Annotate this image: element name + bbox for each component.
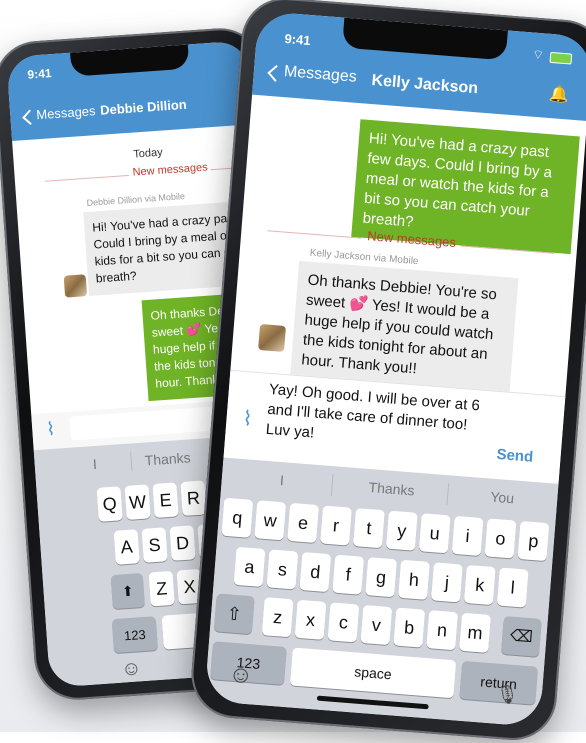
back-nav-back-label: Messages xyxy=(35,103,96,123)
front-key-c[interactable]: c xyxy=(327,602,360,643)
front-key-x[interactable]: x xyxy=(294,599,327,640)
front-sugsep-2 xyxy=(446,483,450,506)
front-key-k[interactable]: k xyxy=(463,564,496,606)
back-sugsep xyxy=(130,451,133,472)
front-compose-text: Yay! Oh good. I will be over at 6 and I'… xyxy=(265,380,481,442)
front-space-key[interactable]: space xyxy=(289,647,457,699)
front-phone: 9:41 ⌔ Messages Kelly Jackson 🔔 Hi! You'… xyxy=(188,0,586,743)
front-key-t[interactable]: t xyxy=(352,508,385,549)
front-shift-key[interactable]: ⇧ xyxy=(213,593,255,635)
back-suggestion-2[interactable]: Thanks xyxy=(144,448,205,468)
back-key-a[interactable]: A xyxy=(113,529,140,565)
front-key-o[interactable]: o xyxy=(484,518,517,559)
front-phone-screen: 9:41 ⌔ Messages Kelly Jackson 🔔 Hi! You'… xyxy=(204,10,586,728)
front-delete-key[interactable]: ⌫ xyxy=(500,615,542,657)
front-notch xyxy=(342,17,508,61)
front-key-u[interactable]: u xyxy=(418,513,451,554)
back-key-s[interactable]: S xyxy=(141,527,168,563)
front-suggestion-1[interactable]: I xyxy=(241,469,322,491)
paperclip-icon[interactable]: ⌇ xyxy=(46,419,56,441)
front-incoming-bubble: Oh thanks Debbie! You're so sweet 💕 Yes!… xyxy=(289,260,519,396)
front-nav-back-label: Messages xyxy=(283,63,358,86)
back-divider-left xyxy=(44,174,129,182)
bell-icon[interactable]: 🔔 xyxy=(548,84,569,106)
front-key-h[interactable]: h xyxy=(398,559,430,600)
front-avatar xyxy=(258,323,287,352)
front-suggestion-3[interactable]: You xyxy=(457,486,548,509)
back-suggestion-1[interactable]: I xyxy=(74,455,115,474)
back-key-d[interactable]: D xyxy=(169,525,196,561)
front-key-a[interactable]: a xyxy=(233,546,266,587)
back-navbar: 9:41 Messages Debbie Dillion xyxy=(6,40,254,142)
front-navbar: 9:41 ⌔ Messages Kelly Jackson 🔔 xyxy=(252,10,586,121)
send-button[interactable]: Send xyxy=(496,446,534,466)
shift-icon: ⬆ xyxy=(121,582,135,599)
back-nav-back-button[interactable]: Messages xyxy=(20,103,101,129)
back-status-time: 9:41 xyxy=(27,66,52,82)
back-key-e[interactable]: E xyxy=(152,482,179,518)
front-key-e[interactable]: e xyxy=(287,502,320,544)
back-key-r[interactable]: R xyxy=(180,480,207,517)
back-new-messages-label: New messages xyxy=(132,161,209,179)
back-nav-title: Debbie Dillion xyxy=(99,96,188,118)
front-key-l[interactable]: l xyxy=(496,567,529,608)
front-emoji-icon[interactable]: ☺ xyxy=(227,661,254,691)
front-key-b[interactable]: b xyxy=(393,607,426,648)
front-key-d[interactable]: d xyxy=(299,551,332,593)
wifi-icon: ⌔ xyxy=(531,46,545,63)
front-sugsep-1 xyxy=(330,474,334,497)
back-emoji-icon[interactable]: ☺ xyxy=(120,657,142,681)
back-date-label: Today xyxy=(132,146,164,161)
back-shift-key[interactable]: ⬆ xyxy=(110,572,145,610)
back-notch xyxy=(70,44,190,77)
front-key-y[interactable]: y xyxy=(385,510,418,551)
front-status-time: 9:41 xyxy=(283,31,312,49)
front-key-s[interactable]: s xyxy=(266,549,299,590)
front-mic-icon[interactable]: 🎙 xyxy=(495,684,519,707)
front-key-g[interactable]: g xyxy=(365,557,398,598)
front-key-f[interactable]: f xyxy=(332,554,365,595)
battery-icon xyxy=(549,51,573,65)
back-avatar xyxy=(63,274,88,298)
front-key-n[interactable]: n xyxy=(426,610,459,651)
front-incoming-text: Oh thanks Debbie! You're so sweet 💕 Yes!… xyxy=(300,271,498,378)
front-nav-back-button[interactable]: Messages xyxy=(265,62,366,92)
front-divider-left xyxy=(267,230,362,239)
delete-icon: ⌫ xyxy=(509,627,534,647)
back-numbers-key[interactable]: 123 xyxy=(111,616,158,654)
front-suggestion-2[interactable]: Thanks xyxy=(341,477,442,501)
chevron-left-icon xyxy=(267,64,285,82)
back-key-q[interactable]: Q xyxy=(96,486,123,522)
back-key-w[interactable]: W xyxy=(124,484,151,520)
front-key-v[interactable]: v xyxy=(360,604,393,646)
front-key-z[interactable]: z xyxy=(261,597,294,638)
front-key-r[interactable]: r xyxy=(320,505,352,546)
front-key-w[interactable]: w xyxy=(254,500,287,541)
front-key-p[interactable]: p xyxy=(517,520,550,562)
front-outgoing-text: Hi! You've had a crazy past few days. Co… xyxy=(362,129,553,231)
paperclip-icon[interactable]: ⌇ xyxy=(242,406,254,432)
front-nav-title: Kelly Jackson xyxy=(370,71,479,98)
front-message-input[interactable]: Yay! Oh good. I will be over at 6 and I'… xyxy=(265,380,489,457)
front-key-m[interactable]: m xyxy=(459,612,491,653)
shift-icon: ⇧ xyxy=(226,602,243,624)
front-key-j[interactable]: j xyxy=(430,562,463,603)
back-key-z[interactable]: Z xyxy=(148,570,175,607)
front-key-q[interactable]: q xyxy=(221,497,254,538)
front-key-i[interactable]: i xyxy=(451,515,484,556)
